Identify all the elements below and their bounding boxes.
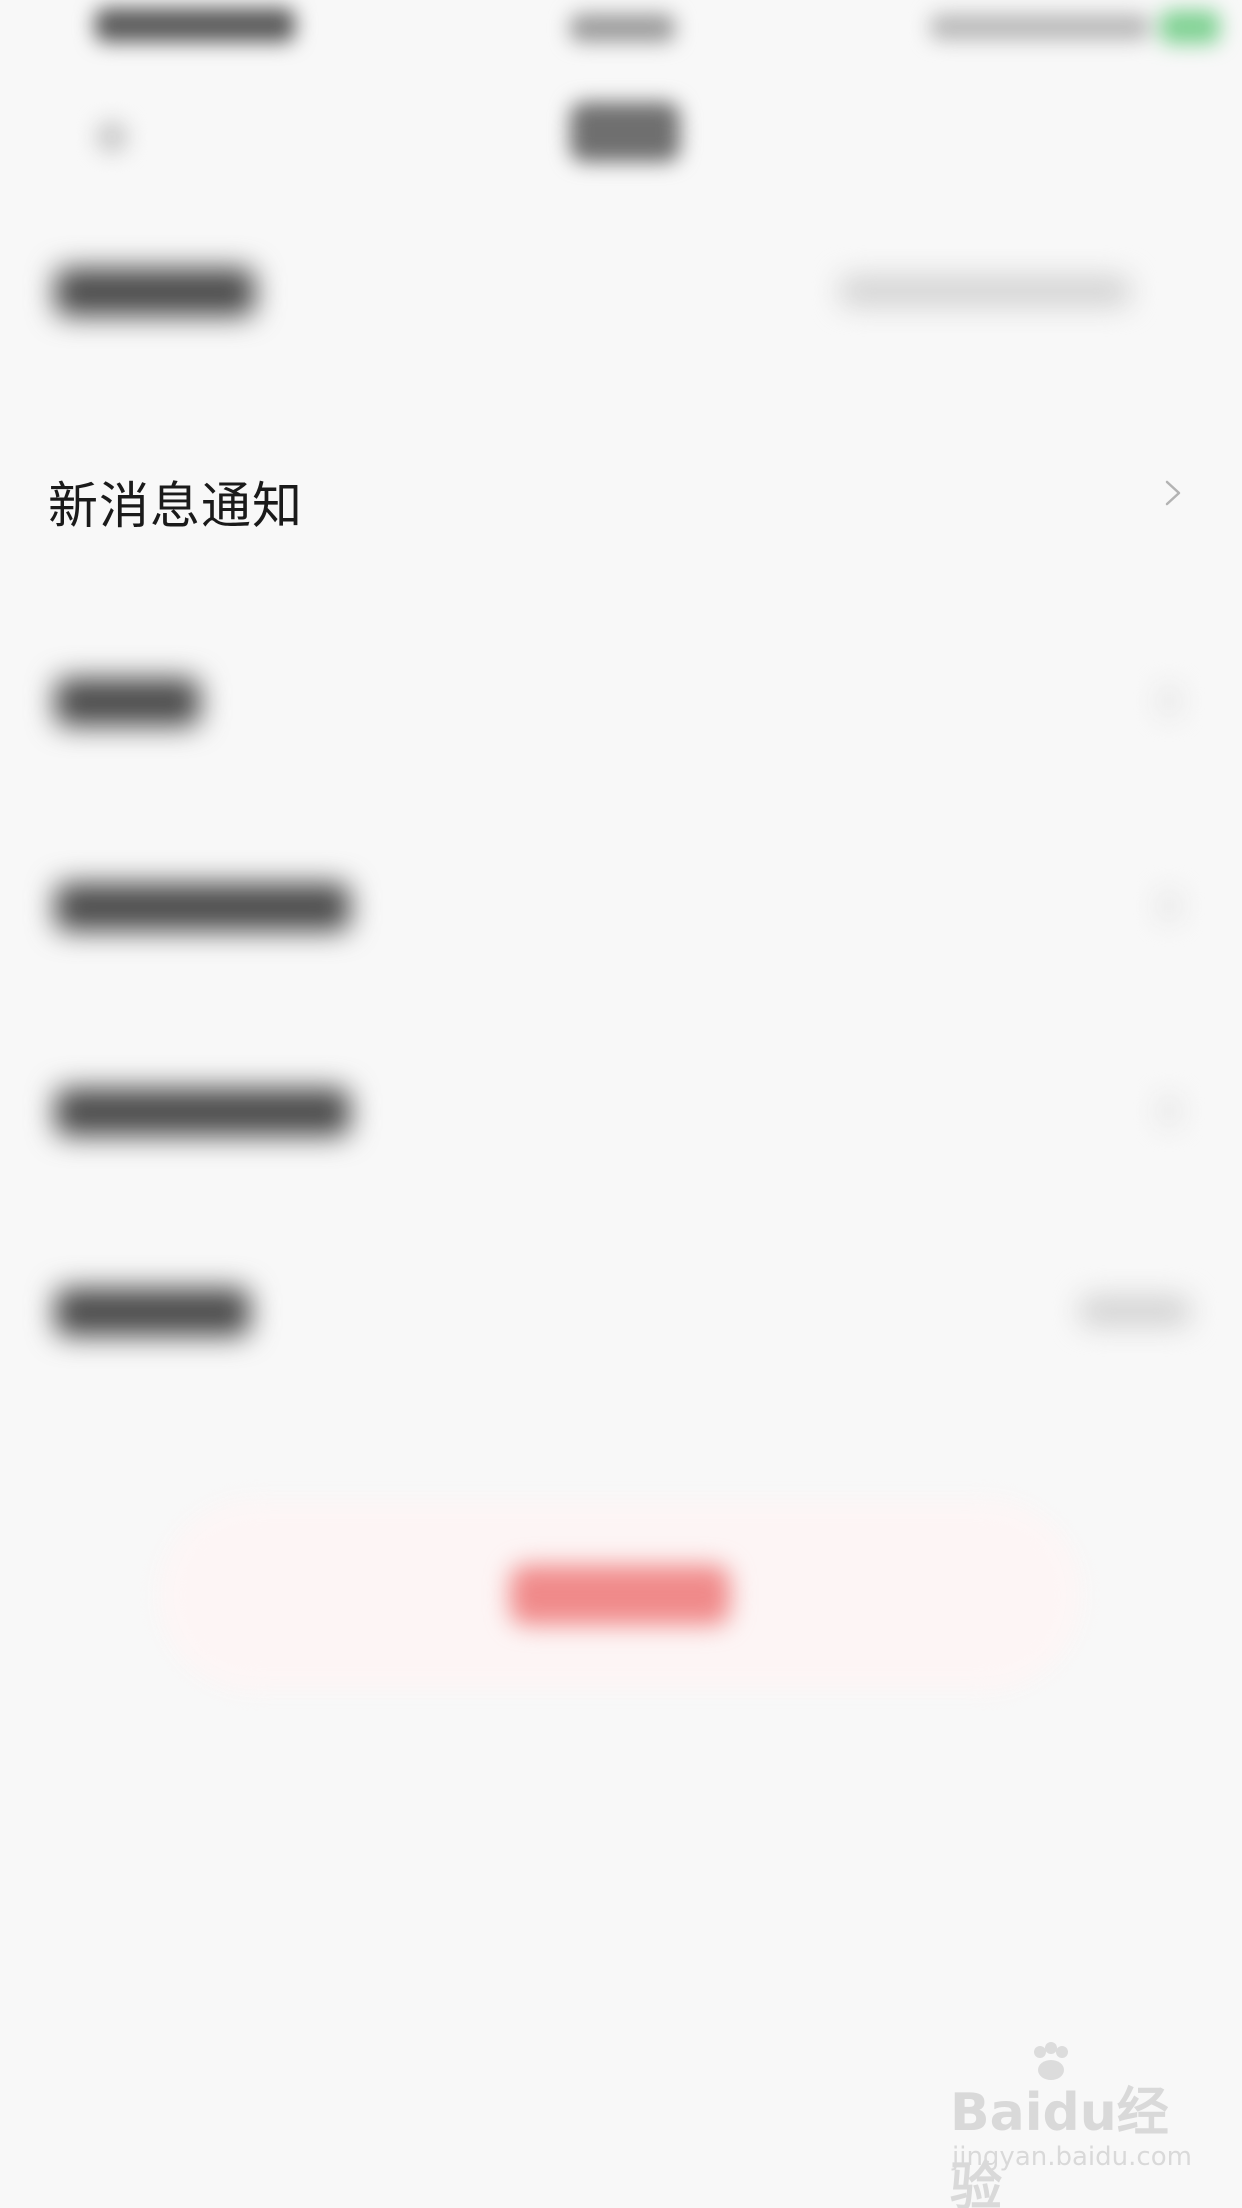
chevron-right-icon — [1165, 480, 1181, 506]
chevron-right-icon — [1160, 686, 1178, 716]
watermark-brand: Baidu经验 — [950, 2083, 1169, 2208]
navigation-bar — [0, 70, 1242, 220]
status-indicators — [930, 14, 1150, 40]
chevron-right-icon — [1160, 1096, 1178, 1126]
status-time — [95, 8, 295, 42]
settings-row-new-message-notification[interactable]: 新消息通知 — [0, 430, 1242, 560]
status-carrier — [570, 14, 675, 42]
settings-page: 新消息通知 Baidu经验 jingyan.baidu.com — [0, 0, 1242, 2208]
chevron-right-icon — [1160, 891, 1178, 921]
notification-label: 新消息通知 — [48, 477, 303, 535]
row-label-blurred — [55, 1288, 250, 1336]
settings-row-blurred-3[interactable] — [0, 845, 1242, 965]
row-value-blurred — [840, 276, 1130, 306]
row-label-blurred — [55, 883, 350, 931]
row-label-blurred — [55, 1088, 350, 1136]
baidu-jingyan-watermark: Baidu经验 jingyan.baidu.com — [950, 2042, 1210, 2208]
back-icon[interactable] — [95, 120, 129, 154]
settings-row-blurred-1[interactable] — [0, 230, 1242, 350]
settings-row-blurred-4[interactable] — [0, 1050, 1242, 1170]
row-label-blurred — [55, 678, 200, 726]
battery-icon — [1160, 10, 1220, 44]
settings-row-blurred-2[interactable] — [0, 640, 1242, 760]
logout-button-label — [510, 1565, 730, 1625]
settings-row-blurred-5[interactable] — [0, 1250, 1242, 1370]
watermark-site: jingyan.baidu.com — [952, 2142, 1192, 2172]
status-bar — [0, 0, 1242, 70]
page-title — [570, 102, 680, 162]
row-label-blurred — [55, 268, 255, 316]
row-value-blurred — [1080, 1296, 1190, 1326]
